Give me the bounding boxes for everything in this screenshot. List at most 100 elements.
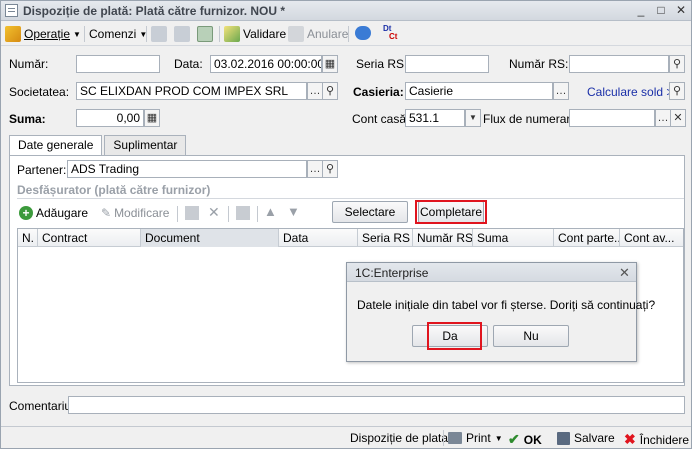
tab-suplimentar[interactable]: Suplimentar: [104, 135, 187, 155]
data-input[interactable]: 03.02.2016 00:00:00: [210, 55, 322, 73]
adaugare-button[interactable]: + Adăugare: [19, 204, 88, 222]
print-label: Print: [466, 431, 491, 445]
seria-rs-input[interactable]: [405, 55, 489, 73]
window-title: Dispoziție de plată: Plată către furnizo…: [23, 4, 286, 18]
societatea-label: Societatea:: [9, 85, 70, 99]
ct-label: Ct: [389, 32, 398, 41]
inchidere-button[interactable]: ✖ Închidere: [624, 431, 689, 448]
dt-ct-icon[interactable]: Dt Ct: [383, 25, 399, 43]
toolbar-separator: [219, 26, 220, 42]
comenzi-menu[interactable]: Comenzi ▼: [89, 25, 147, 43]
chevron-down-icon[interactable]: ▼: [465, 109, 481, 127]
calculator-icon[interactable]: ▦: [144, 109, 160, 127]
numar-rs-label: Număr RS:: [509, 57, 569, 71]
copy-doc-icon[interactable]: [174, 26, 190, 42]
completare-highlight: [415, 200, 487, 224]
arrow-up-icon[interactable]: ▲: [264, 204, 277, 219]
operatie-menu[interactable]: Operație ▼: [5, 25, 81, 43]
partener-label: Partener:: [17, 163, 67, 177]
main-toolbar: Operație ▼ Comenzi ▼ Validare Anulare Dt…: [1, 22, 691, 46]
column-header[interactable]: Suma: [473, 229, 554, 247]
casieria-input[interactable]: Casierie: [405, 82, 553, 100]
modificare-button[interactable]: ✎ Modificare: [101, 204, 169, 222]
cont-casa-input[interactable]: 531.1: [405, 109, 465, 127]
footer-bar: Dispoziție de plata Print ▼ ✔ OK Salvare…: [1, 426, 691, 448]
ok-label: OK: [523, 432, 542, 447]
column-header[interactable]: Cont av...: [620, 229, 683, 247]
select-ellipsis-button[interactable]: …: [655, 109, 671, 127]
column-header[interactable]: Cont parte...: [554, 229, 620, 247]
flux-numerar-label: Flux de numerar:: [483, 112, 574, 126]
suma-input[interactable]: 0,00: [76, 109, 144, 127]
dispozitie-de-plata-button[interactable]: Dispoziție de plata: [350, 431, 448, 445]
societatea-input[interactable]: SC ELIXDAN PROD COM IMPEX SRL: [76, 82, 307, 100]
pencil-icon: ✎: [101, 206, 112, 220]
toolbar-separator: [228, 206, 229, 222]
comenzi-label: Comenzi: [89, 27, 137, 41]
select-ellipsis-button[interactable]: …: [553, 82, 569, 100]
comentariu-label: Comentariu:: [9, 399, 75, 413]
column-header[interactable]: Număr RS: [413, 229, 473, 247]
numar-input[interactable]: [76, 55, 160, 73]
maximize-button[interactable]: □: [654, 4, 668, 17]
chat-bubble-icon[interactable]: [355, 26, 371, 40]
validare-label: Validare: [243, 27, 287, 41]
minimize-button[interactable]: _: [634, 4, 648, 17]
print-menu[interactable]: Print ▼: [448, 431, 503, 445]
tab-date-generale[interactable]: Date generale: [9, 135, 103, 156]
document-icon: [5, 4, 18, 17]
tab-strip: Date generale Suplimentar: [9, 135, 188, 156]
calculare-sold-link[interactable]: Calculare sold >>: [587, 85, 680, 99]
inchidere-label: Închidere: [639, 432, 690, 447]
column-header[interactable]: Document: [141, 229, 279, 247]
section-title: Desfășurator (plată către furnizor): [17, 183, 211, 197]
close-button[interactable]: ✕: [674, 4, 688, 17]
numar-label: Număr:: [9, 57, 49, 71]
cancel-post-icon: [288, 26, 304, 42]
search-icon[interactable]: ⚲: [669, 55, 685, 73]
partener-input[interactable]: ADS Trading: [67, 160, 307, 178]
save-doc-icon[interactable]: [151, 26, 167, 42]
operatie-label: Operație: [24, 27, 71, 41]
toolbar-separator: [177, 206, 178, 222]
ok-button[interactable]: ✔ OK: [508, 431, 542, 448]
suma-label: Suma:: [9, 112, 46, 126]
close-x-icon: ✖: [624, 431, 636, 447]
comentariu-input[interactable]: [68, 396, 685, 414]
salvare-label: Salvare: [574, 431, 615, 445]
validate-icon: [224, 26, 240, 42]
anulare-button[interactable]: Anulare: [288, 25, 348, 43]
copy-row-icon[interactable]: [185, 206, 199, 220]
selectare-button[interactable]: Selectare: [332, 201, 408, 223]
select-ellipsis-button[interactable]: …: [307, 82, 323, 100]
dispozitie-label: Dispoziție de plata: [350, 431, 449, 445]
nu-button[interactable]: Nu: [493, 325, 569, 347]
select-ellipsis-button[interactable]: …: [307, 160, 323, 178]
add-icon: +: [19, 206, 33, 220]
toolbar-separator: [84, 26, 85, 42]
arrow-down-icon[interactable]: ▼: [287, 204, 300, 219]
column-header[interactable]: N.: [18, 229, 38, 247]
flux-numerar-input[interactable]: [569, 109, 655, 127]
salvare-button[interactable]: Salvare: [557, 431, 615, 445]
numar-rs-input[interactable]: [569, 55, 669, 73]
delete-icon[interactable]: ✕: [208, 204, 220, 221]
dialog-close-icon[interactable]: ✕: [619, 265, 630, 281]
column-header[interactable]: Data: [279, 229, 358, 247]
footer-separator: [443, 430, 444, 446]
data-label: Data:: [174, 57, 203, 71]
seria-rs-label: Seria RS:: [356, 57, 408, 71]
column-header[interactable]: Contract: [38, 229, 141, 247]
table-icon[interactable]: [236, 206, 250, 220]
clear-icon[interactable]: ✕: [670, 109, 686, 127]
search-icon[interactable]: ⚲: [322, 160, 338, 178]
search-icon[interactable]: ⚲: [322, 82, 338, 100]
calendar-icon[interactable]: ▦: [322, 55, 338, 73]
casieria-label: Casieria:: [353, 85, 404, 99]
table-header: N. Contract Document Data Seria RS Număr…: [18, 229, 683, 247]
validare-button[interactable]: Validare: [224, 25, 286, 43]
search-icon[interactable]: ⚲: [669, 82, 685, 100]
da-highlight: [427, 322, 482, 350]
new-doc-icon[interactable]: [197, 26, 213, 42]
column-header[interactable]: Seria RS: [358, 229, 413, 247]
